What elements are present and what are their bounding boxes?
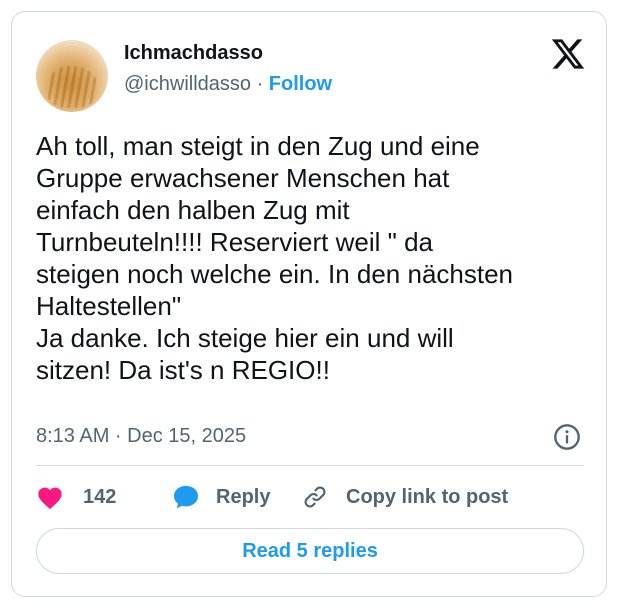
tweet-text: Ah toll, man steigt in den Zug und eine … bbox=[36, 131, 514, 385]
avatar[interactable] bbox=[36, 40, 108, 112]
read-replies-label: Read 5 replies bbox=[242, 539, 378, 562]
author-display-name[interactable]: Ichmachdasso bbox=[124, 42, 263, 65]
author-handle-row: @ichwilldasso · Follow bbox=[124, 73, 332, 96]
reply-label: Reply bbox=[216, 485, 271, 508]
tweet-timestamp[interactable]: 8:13 AM · Dec 15, 2025 bbox=[36, 425, 246, 448]
tweet-card: Ichmachdasso @ichwilldasso · Follow Ah t… bbox=[11, 11, 607, 597]
like-button[interactable]: 142 bbox=[36, 482, 116, 512]
reply-bubble-icon bbox=[173, 485, 199, 509]
info-icon[interactable] bbox=[553, 423, 581, 451]
follow-button[interactable]: Follow bbox=[269, 73, 332, 95]
link-icon bbox=[304, 486, 326, 508]
copy-link-button[interactable]: Copy link to post bbox=[302, 482, 508, 512]
x-logo-icon[interactable] bbox=[550, 36, 586, 72]
author-handle[interactable]: @ichwilldasso bbox=[124, 73, 251, 95]
handle-separator: · bbox=[251, 73, 269, 95]
read-replies-button[interactable]: Read 5 replies bbox=[36, 528, 584, 574]
divider bbox=[36, 465, 584, 466]
like-count: 142 bbox=[83, 485, 117, 508]
copy-link-label: Copy link to post bbox=[346, 485, 509, 508]
reply-button[interactable]: Reply bbox=[172, 482, 270, 512]
heart-icon bbox=[38, 487, 62, 510]
